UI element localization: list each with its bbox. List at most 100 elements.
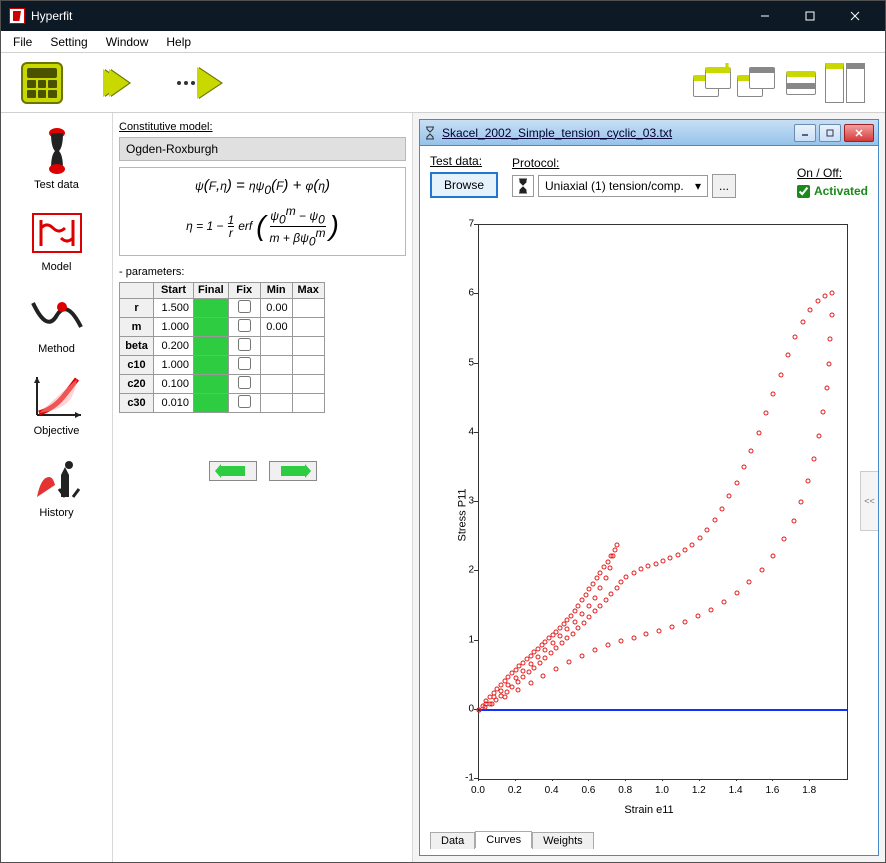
param-min-cell[interactable] — [260, 393, 292, 412]
tab-weights[interactable]: Weights — [532, 832, 594, 849]
chart-plot-area[interactable] — [478, 224, 848, 780]
param-final-cell[interactable] — [194, 374, 229, 393]
param-fix-cell[interactable] — [228, 298, 260, 317]
mdi-close-button[interactable] — [844, 124, 874, 142]
menu-window[interactable]: Window — [98, 33, 157, 51]
param-final-cell[interactable] — [194, 355, 229, 374]
param-final-cell[interactable] — [194, 336, 229, 355]
param-fix-checkbox[interactable] — [238, 338, 251, 351]
window-arrange-4-button[interactable] — [825, 63, 865, 103]
protocol-select[interactable]: Uniaxial (1) tension/comp. ▾ — [538, 175, 708, 197]
param-fix-cell[interactable] — [228, 336, 260, 355]
data-point — [708, 608, 713, 613]
param-start-cell[interactable]: 0.100 — [154, 374, 194, 393]
activated-checkbox[interactable]: Activated — [797, 184, 868, 198]
data-point — [800, 319, 805, 324]
param-fix-checkbox[interactable] — [238, 357, 251, 370]
history-icon — [29, 453, 85, 505]
maximize-button[interactable] — [787, 1, 832, 31]
data-point — [580, 653, 585, 658]
window-arrange-2-button[interactable] — [737, 63, 777, 103]
data-point — [611, 554, 616, 559]
data-point — [644, 632, 649, 637]
param-final-cell[interactable] — [194, 317, 229, 336]
param-start-cell[interactable]: 1.500 — [154, 298, 194, 317]
tab-data[interactable]: Data — [430, 832, 475, 849]
param-min-cell[interactable] — [260, 374, 292, 393]
param-shift-right-button[interactable] — [269, 461, 317, 481]
param-shift-left-button[interactable] — [209, 461, 257, 481]
data-point — [690, 542, 695, 547]
param-final-cell[interactable] — [194, 393, 229, 412]
param-min-cell[interactable]: 0.00 — [260, 298, 292, 317]
data-point — [502, 694, 507, 699]
data-point — [592, 595, 597, 600]
data-point — [543, 648, 548, 653]
data-point — [782, 537, 787, 542]
data-point — [786, 353, 791, 358]
menu-help[interactable]: Help — [158, 33, 199, 51]
window-arrange-1-button[interactable] — [693, 63, 733, 103]
protocol-more-button[interactable]: ... — [712, 174, 736, 198]
param-start-cell[interactable]: 0.200 — [154, 336, 194, 355]
run-all-button[interactable] — [103, 68, 137, 98]
protocol-label: Protocol: — [512, 156, 736, 170]
param-fix-checkbox[interactable] — [238, 395, 251, 408]
data-point — [557, 626, 562, 631]
param-fix-cell[interactable] — [228, 374, 260, 393]
minimize-button[interactable] — [742, 1, 787, 31]
data-point — [808, 307, 813, 312]
mdi-maximize-button[interactable] — [819, 124, 841, 142]
param-max-cell[interactable] — [292, 336, 324, 355]
param-fix-cell[interactable] — [228, 317, 260, 336]
run-step-button[interactable] — [177, 67, 221, 99]
window-arrange-3-button[interactable] — [781, 63, 821, 103]
data-point — [618, 639, 623, 644]
param-max-cell[interactable] — [292, 355, 324, 374]
sidebar-item-label: Model — [42, 261, 72, 273]
param-min-cell[interactable]: 0.00 — [260, 317, 292, 336]
param-fix-checkbox[interactable] — [238, 376, 251, 389]
menu-file[interactable]: File — [5, 33, 40, 51]
activated-checkbox-input[interactable] — [797, 185, 810, 198]
param-fix-cell[interactable] — [228, 393, 260, 412]
param-min-cell[interactable] — [260, 336, 292, 355]
data-point — [567, 659, 572, 664]
data-point — [661, 558, 666, 563]
param-max-cell[interactable] — [292, 317, 324, 336]
calculate-button[interactable] — [21, 62, 63, 104]
menu-setting[interactable]: Setting — [42, 33, 95, 51]
param-start-cell[interactable]: 1.000 — [154, 317, 194, 336]
activated-label: Activated — [814, 184, 868, 198]
param-final-cell[interactable] — [194, 298, 229, 317]
data-point — [605, 559, 610, 564]
param-fix-checkbox[interactable] — [238, 319, 251, 332]
collapse-right-handle[interactable]: << — [860, 471, 878, 531]
param-row: c200.100 — [120, 374, 325, 393]
data-point — [712, 518, 717, 523]
sidebar-item-method[interactable]: Method — [25, 285, 89, 359]
close-button[interactable] — [832, 1, 877, 31]
sidebar-item-test-data[interactable]: Test data — [25, 121, 89, 195]
param-max-cell[interactable] — [292, 298, 324, 317]
data-point — [675, 552, 680, 557]
param-min-cell[interactable] — [260, 355, 292, 374]
tab-curves[interactable]: Curves — [475, 831, 532, 848]
mdi-minimize-button[interactable] — [794, 124, 816, 142]
data-point — [521, 675, 526, 680]
model-name-field[interactable]: Ogden-Roxburgh — [119, 137, 406, 161]
param-fix-cell[interactable] — [228, 355, 260, 374]
data-window-titlebar[interactable]: Skacel_2002_Simple_tension_cyclic_03.txt — [420, 120, 878, 146]
param-max-cell[interactable] — [292, 393, 324, 412]
param-max-cell[interactable] — [292, 374, 324, 393]
data-point — [670, 624, 675, 629]
browse-button[interactable]: Browse — [430, 172, 498, 198]
param-fix-checkbox[interactable] — [238, 300, 251, 313]
sidebar-item-model[interactable]: Model — [25, 203, 89, 277]
sidebar-item-objective[interactable]: Objective — [25, 367, 89, 441]
param-start-cell[interactable]: 0.010 — [154, 393, 194, 412]
data-point — [565, 617, 570, 622]
data-point — [695, 614, 700, 619]
param-start-cell[interactable]: 1.000 — [154, 355, 194, 374]
sidebar-item-history[interactable]: History — [25, 449, 89, 523]
